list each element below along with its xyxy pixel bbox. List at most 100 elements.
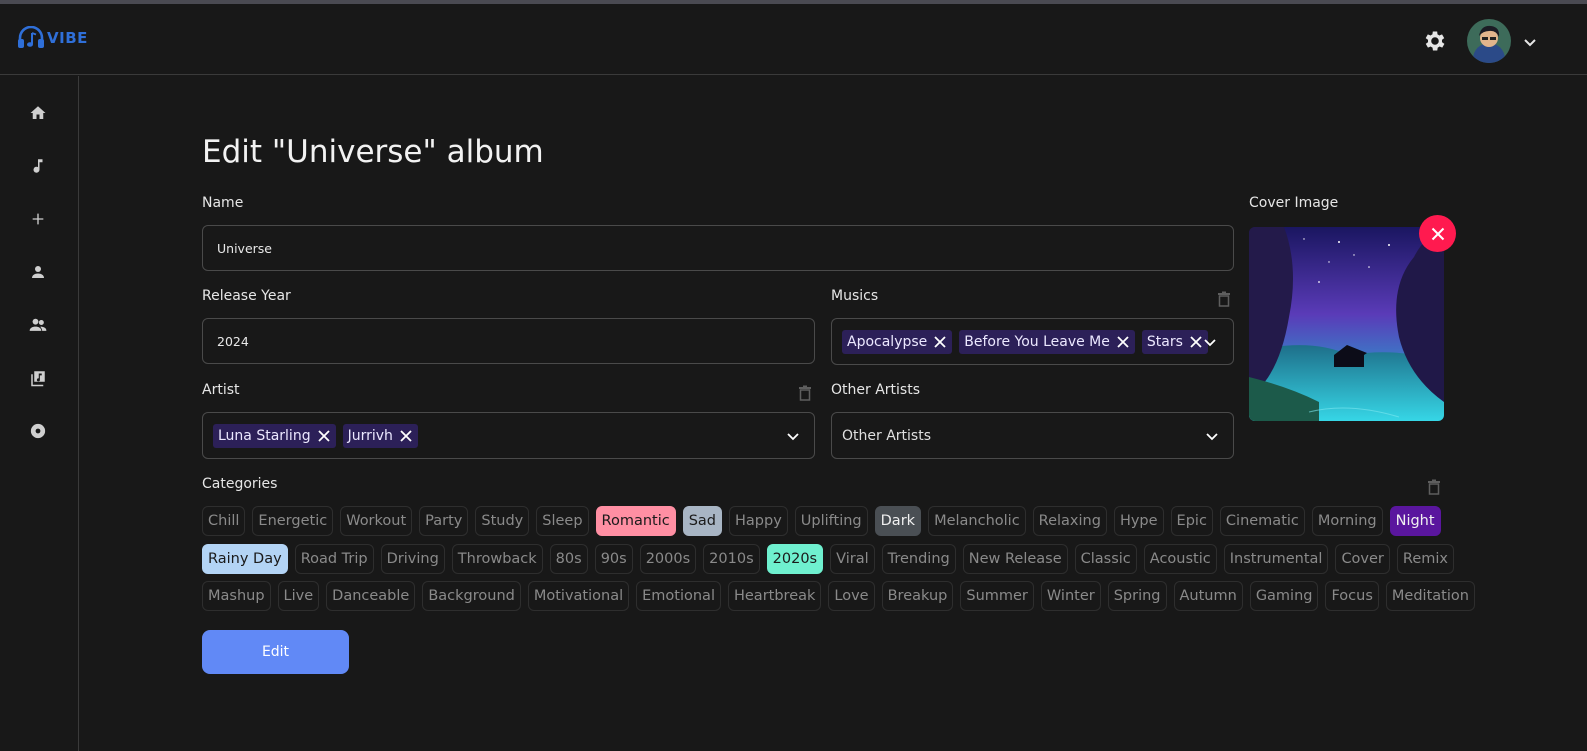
category-tag[interactable]: Mashup: [202, 581, 271, 611]
category-tag[interactable]: Acoustic: [1143, 543, 1217, 574]
music-chip: Before You Leave Me: [959, 329, 1135, 354]
category-row: Chill Energetic Workout Party Study Sleep Roma…: [202, 506, 1441, 536]
category-tag[interactable]: New Release: [962, 543, 1068, 574]
chevron-down-icon[interactable]: [1522, 34, 1538, 50]
music-chip: Stars: [1141, 329, 1208, 354]
category-tag[interactable]: Workout: [340, 506, 413, 536]
category-tag[interactable]: Night: [1389, 506, 1441, 536]
edit-button[interactable]: Edit: [202, 630, 349, 674]
category-tag[interactable]: Classic: [1074, 543, 1137, 574]
user-icon: [32, 266, 44, 278]
user-avatar[interactable]: [1467, 19, 1511, 63]
category-tag[interactable]: Gaming: [1249, 581, 1319, 611]
disc-icon: [30, 423, 46, 439]
music-chip: Apocalypse: [842, 329, 953, 354]
chevron-down-icon[interactable]: [1205, 429, 1219, 443]
other-artists-label: Other Artists: [831, 382, 920, 398]
close-icon[interactable]: [1189, 335, 1203, 349]
sidebar-item-profile[interactable]: [26, 260, 50, 284]
category-tag[interactable]: Energetic: [252, 506, 334, 536]
sidebar-item-home[interactable]: [26, 101, 50, 125]
category-tag[interactable]: Sleep: [536, 506, 589, 536]
cover-image[interactable]: [1249, 227, 1444, 421]
category-tag[interactable]: 80s: [549, 543, 588, 574]
chevron-down-icon[interactable]: [786, 429, 800, 443]
trash-icon[interactable]: [1427, 479, 1441, 495]
artist-chip: Jurrivh: [342, 423, 418, 448]
category-tag[interactable]: Melancholic: [928, 506, 1026, 536]
category-tag[interactable]: Throwback: [451, 543, 543, 574]
category-tag[interactable]: Meditation: [1385, 581, 1475, 611]
brand-logo[interactable]: VIBE: [17, 26, 88, 50]
headphones-icon: [18, 26, 44, 48]
category-tag[interactable]: Instrumental: [1223, 543, 1329, 574]
category-tag[interactable]: 2020s: [766, 543, 824, 574]
category-tag[interactable]: Focus: [1325, 581, 1379, 611]
category-tag[interactable]: Driving: [380, 543, 445, 574]
category-tag[interactable]: Trending: [881, 543, 956, 574]
close-icon[interactable]: [399, 429, 413, 443]
sidebar-item-music[interactable]: [26, 154, 50, 178]
category-tag[interactable]: 2010s: [703, 543, 760, 574]
category-tag[interactable]: Love: [828, 581, 875, 611]
category-tag[interactable]: Happy: [729, 506, 788, 536]
category-tag[interactable]: Party: [419, 506, 469, 536]
category-tag[interactable]: Uplifting: [794, 506, 868, 536]
trash-icon[interactable]: [1217, 291, 1231, 307]
remove-cover-button[interactable]: [1419, 215, 1456, 252]
category-tag[interactable]: Background: [422, 581, 521, 611]
users-icon: [29, 318, 47, 331]
release-year-label: Release Year: [202, 288, 291, 304]
close-icon[interactable]: [317, 429, 331, 443]
music-note-icon: [33, 159, 43, 173]
other-artists-select[interactable]: Other Artists: [831, 412, 1234, 459]
category-tag[interactable]: Heartbreak: [727, 581, 822, 611]
category-tag[interactable]: Danceable: [326, 581, 416, 611]
musics-select[interactable]: Apocalypse Before You Leave Me Stars: [831, 318, 1234, 365]
category-tag[interactable]: Autumn: [1173, 581, 1243, 611]
category-tag[interactable]: Breakup: [881, 581, 954, 611]
category-tag[interactable]: Morning: [1311, 506, 1383, 536]
close-icon[interactable]: [933, 335, 947, 349]
category-tag[interactable]: Epic: [1170, 506, 1213, 536]
category-tag[interactable]: Study: [475, 506, 530, 536]
category-tag[interactable]: Romantic: [595, 506, 676, 536]
category-tag[interactable]: Cover: [1335, 543, 1390, 574]
category-tag[interactable]: Road Trip: [294, 543, 374, 574]
sidebar: [0, 76, 79, 751]
category-tag[interactable]: 90s: [594, 543, 633, 574]
artist-label: Artist: [202, 382, 240, 398]
category-tag[interactable]: Relaxing: [1032, 506, 1107, 536]
library-icon: [31, 371, 45, 387]
gear-icon[interactable]: [1422, 28, 1448, 54]
category-tag[interactable]: Dark: [874, 506, 922, 536]
category-tag[interactable]: Summer: [960, 581, 1034, 611]
name-input[interactable]: [202, 225, 1234, 271]
chevron-down-icon[interactable]: [1203, 335, 1217, 349]
category-tag[interactable]: Remix: [1396, 543, 1454, 574]
category-tag[interactable]: Hype: [1113, 506, 1164, 536]
categories-list: Chill Energetic Workout Party Study Sleep Roma…: [202, 506, 1475, 619]
sidebar-item-add[interactable]: [26, 207, 50, 231]
category-tag[interactable]: Cinematic: [1219, 506, 1305, 536]
artist-chip: Luna Starling: [213, 423, 336, 448]
close-icon[interactable]: [1116, 335, 1130, 349]
name-label: Name: [202, 195, 244, 211]
sidebar-item-artists[interactable]: [26, 313, 50, 337]
trash-icon[interactable]: [798, 385, 812, 401]
sidebar-item-albums[interactable]: [26, 419, 50, 443]
release-year-input[interactable]: [202, 318, 815, 364]
category-tag[interactable]: Motivational: [527, 581, 630, 611]
category-tag[interactable]: Emotional: [636, 581, 721, 611]
category-tag[interactable]: Live: [277, 581, 320, 611]
category-tag[interactable]: Spring: [1107, 581, 1167, 611]
category-tag[interactable]: 2000s: [639, 543, 697, 574]
category-tag[interactable]: Sad: [682, 506, 723, 536]
category-tag[interactable]: Winter: [1040, 581, 1101, 611]
category-tag[interactable]: Chill: [202, 506, 246, 536]
category-tag[interactable]: Rainy Day: [202, 543, 288, 574]
category-tag[interactable]: Viral: [830, 543, 875, 574]
musics-label: Musics: [831, 288, 879, 304]
artist-select[interactable]: Luna Starling Jurrivh: [202, 412, 815, 459]
sidebar-item-library[interactable]: [26, 366, 50, 390]
